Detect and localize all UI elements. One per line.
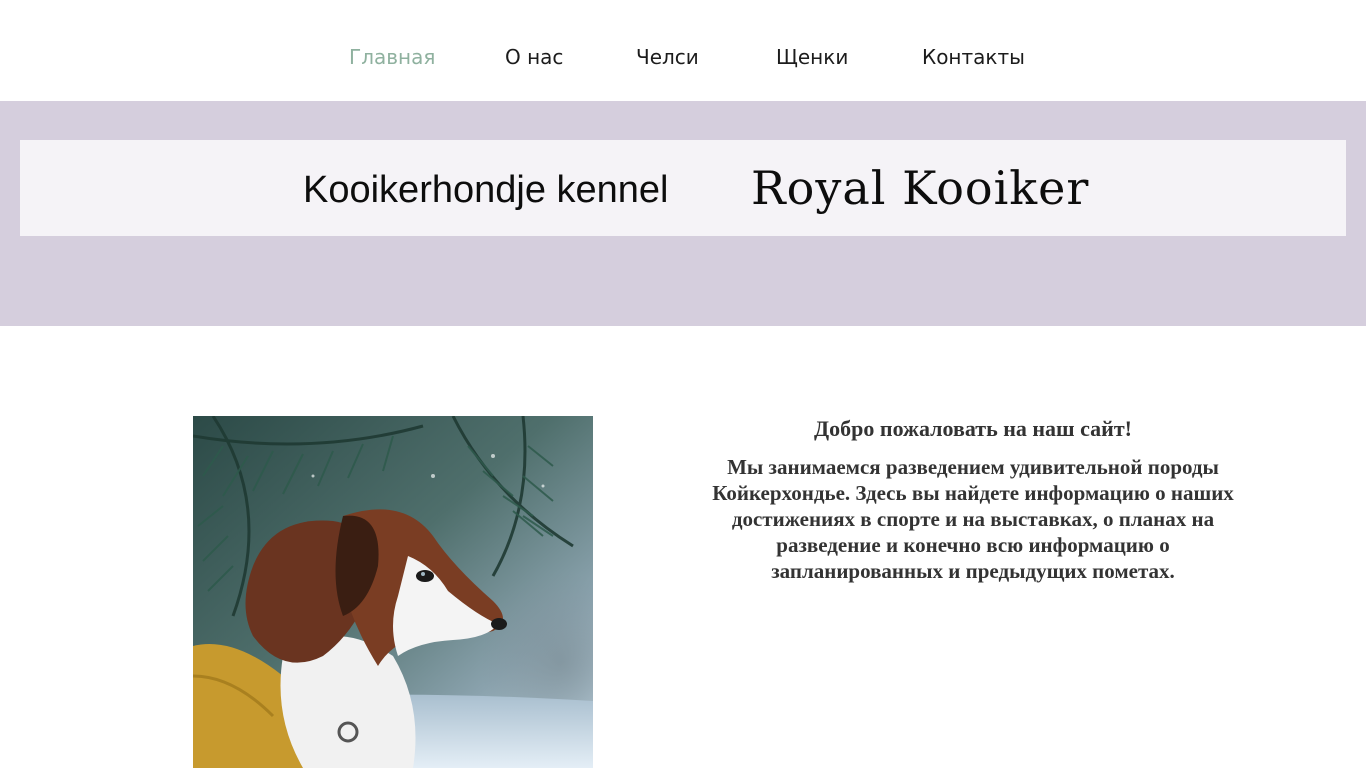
hero-banner: Kooikerhondje kennel Royal Kooiker: [0, 101, 1366, 326]
brand-logo-text: Royal Kooiker: [751, 161, 1090, 215]
welcome-heading: Добро пожаловать на наш сайт!: [814, 416, 1132, 441]
main-nav: Главная О нас Челси Щенки Контакты: [0, 0, 1366, 101]
nav-link-puppies[interactable]: Щенки: [776, 44, 848, 70]
nav-link-home[interactable]: Главная: [349, 44, 435, 70]
nav-link-contacts[interactable]: Контакты: [922, 44, 1025, 70]
dog-photo-illustration: [193, 416, 593, 768]
nav-link-chelsea[interactable]: Челси: [636, 44, 699, 70]
kennel-subtitle: Kooikerhondje kennel: [303, 169, 669, 211]
title-bar: Kooikerhondje kennel Royal Kooiker: [20, 140, 1346, 236]
nav-link-about[interactable]: О нас: [505, 44, 563, 70]
welcome-description: Мы занимаемся разведением удивительной п…: [712, 455, 1234, 583]
welcome-section: Добро пожаловать на наш сайт! Мы занимае…: [688, 416, 1258, 584]
dog-photo: [193, 416, 593, 768]
